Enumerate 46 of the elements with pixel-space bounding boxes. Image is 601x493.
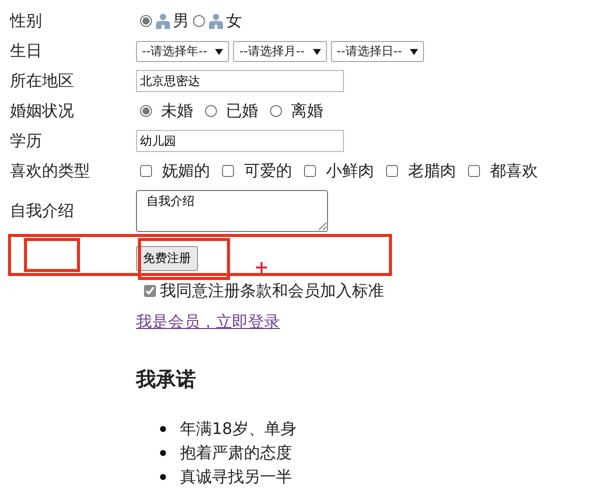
list-item: 年满18岁、单身 xyxy=(180,418,296,440)
field-label: 自我介绍 xyxy=(10,200,74,222)
field-label: 生日 xyxy=(10,40,42,62)
checkbox[interactable] xyxy=(386,165,398,177)
option-label: 未婚 xyxy=(161,100,193,122)
person-icon xyxy=(155,13,171,29)
dropdown[interactable]: --请选择日-- xyxy=(330,40,424,62)
field-label: 性别 xyxy=(10,10,42,32)
text-field[interactable]: 幼儿园 xyxy=(136,130,344,152)
option-label: 老腊肉 xyxy=(408,160,456,182)
bullet-icon xyxy=(160,426,166,432)
option-label: 离婚 xyxy=(291,100,323,122)
checkbox[interactable] xyxy=(222,165,234,177)
option-label: 男 xyxy=(173,10,189,32)
login-link[interactable]: 我是会员，立即登录 xyxy=(136,312,280,332)
text-field[interactable]: 北京思密达 xyxy=(136,70,344,92)
dropdown[interactable]: --请选择年-- xyxy=(136,40,230,62)
field-label: 婚姻状况 xyxy=(10,100,74,122)
list-item: 抱着严肃的态度 xyxy=(180,442,292,464)
register-button[interactable]: 免费注册 xyxy=(136,246,198,270)
checkbox[interactable] xyxy=(144,285,156,297)
person-icon xyxy=(208,13,224,29)
checkbox[interactable] xyxy=(140,165,152,177)
option-label: 妩媚的 xyxy=(162,160,210,182)
radio-button[interactable] xyxy=(205,105,217,117)
field-label: 所在地区 xyxy=(10,70,74,92)
radio-button[interactable] xyxy=(140,105,152,117)
section-heading: 我承诺 xyxy=(136,366,197,393)
bullet-icon xyxy=(160,450,166,456)
option-label: 可爱的 xyxy=(244,160,292,182)
field-label: 喜欢的类型 xyxy=(10,160,90,182)
agreement-label: 我同意注册条款和会员加入标准 xyxy=(160,280,384,302)
radio-button[interactable] xyxy=(193,15,205,27)
checkbox[interactable] xyxy=(468,165,480,177)
radio-button[interactable] xyxy=(270,105,282,117)
option-label: 女 xyxy=(226,10,242,32)
radio-button[interactable] xyxy=(140,15,152,27)
checkbox[interactable] xyxy=(304,165,316,177)
field-label: 学历 xyxy=(10,130,42,152)
list-item: 真诚寻找另一半 xyxy=(180,466,292,488)
bullet-icon xyxy=(160,474,166,480)
text-area[interactable]: 自我介绍 xyxy=(136,190,328,232)
option-label: 都喜欢 xyxy=(490,160,538,182)
option-label: 已婚 xyxy=(226,100,258,122)
option-label: 小鲜肉 xyxy=(326,160,374,182)
dropdown[interactable]: --请选择月-- xyxy=(233,40,327,62)
